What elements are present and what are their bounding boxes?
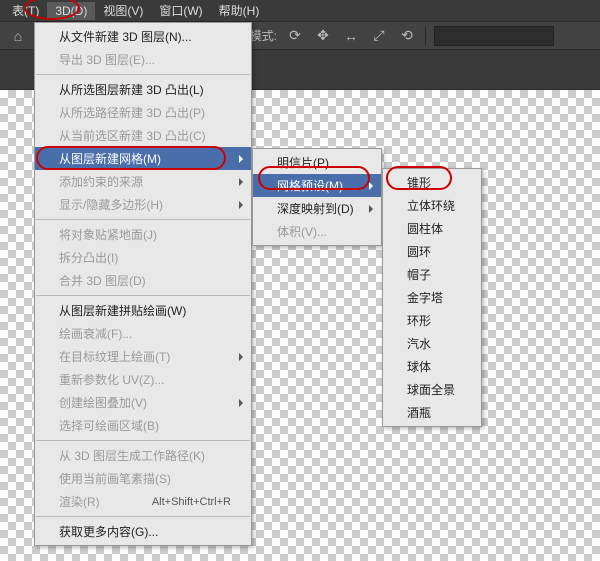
menu-item: 渲染(R) Alt+Shift+Ctrl+R: [35, 490, 251, 513]
move-icon[interactable]: ↔: [341, 26, 361, 46]
menu-item-label: 在目标纹理上绘画(T): [59, 348, 170, 365]
submenu-arrow-icon: [239, 399, 243, 407]
menu-item[interactable]: 环形: [383, 309, 481, 332]
menu-item[interactable]: 汽水: [383, 332, 481, 355]
menu-item: 导出 3D 图层(E)...: [35, 48, 251, 71]
menu-item-label: 将对象贴紧地面(J): [59, 226, 157, 243]
menu-3d[interactable]: 3D(D): [47, 2, 95, 20]
menu-item-label: 从 3D 图层生成工作路径(K): [59, 447, 205, 464]
menu-item-label: 渲染(R): [59, 493, 100, 510]
menu-item-label: 合并 3D 图层(D): [59, 272, 146, 289]
menu-item[interactable]: 酒瓶: [383, 401, 481, 424]
menu-item: 显示/隐藏多边形(H): [35, 193, 251, 216]
menu-item-label: 获取更多内容(G)...: [59, 523, 158, 540]
menu-item: 合并 3D 图层(D): [35, 269, 251, 292]
menu-window[interactable]: 窗口(W): [151, 0, 210, 21]
menu-item: 添加约束的来源: [35, 170, 251, 193]
submenu-arrow-icon: [239, 155, 243, 163]
menu-item-label: 锥形: [407, 174, 431, 191]
menu-item: 在目标纹理上绘画(T): [35, 345, 251, 368]
menu-item[interactable]: 网格预设(M): [253, 174, 381, 197]
menu-item[interactable]: 立体环绕: [383, 194, 481, 217]
menu-item: 将对象贴紧地面(J): [35, 223, 251, 246]
submenu-arrow-icon: [369, 205, 373, 213]
menu-item-label: 网格预设(M): [277, 177, 343, 194]
menu-item[interactable]: 圆柱体: [383, 217, 481, 240]
menu-item: 从所选路径新建 3D 凸出(P): [35, 101, 251, 124]
submenu-arrow-icon: [369, 182, 373, 190]
submenu-new-mesh: 明信片(P) 网格预设(M) 深度映射到(D) 体积(V)...: [252, 148, 382, 246]
menu-item[interactable]: 明信片(P): [253, 151, 381, 174]
menu-item[interactable]: 获取更多内容(G)...: [35, 520, 251, 543]
menu-table[interactable]: 表(T): [4, 0, 47, 21]
menu-item-label: 圆环: [407, 243, 431, 260]
separator: [425, 27, 426, 45]
menu-item-label: 重新参数化 UV(Z)...: [59, 371, 164, 388]
menu-item-label: 从图层新建拼贴绘画(W): [59, 302, 186, 319]
menu-item: 创建绘图叠加(V): [35, 391, 251, 414]
menu-item-label: 从图层新建网格(M): [59, 150, 161, 167]
menu-item[interactable]: 金字塔: [383, 286, 481, 309]
menu-item-label: 汽水: [407, 335, 431, 352]
menu-item-label: 明信片(P): [277, 154, 329, 171]
menu-item[interactable]: 球面全景: [383, 378, 481, 401]
menu-item: 体积(V)...: [253, 220, 381, 243]
menu-item[interactable]: 帽子: [383, 263, 481, 286]
menu-item-label: 帽子: [407, 266, 431, 283]
menu-item-label: 金字塔: [407, 289, 443, 306]
menu-item[interactable]: 锥形: [383, 171, 481, 194]
menu-item: 绘画衰减(F)...: [35, 322, 251, 345]
menu-item-label: 显示/隐藏多边形(H): [59, 196, 163, 213]
hotkey-label: Alt+Shift+Ctrl+R: [152, 496, 231, 508]
menu-item-label: 圆柱体: [407, 220, 443, 237]
pan-icon[interactable]: ✥: [313, 26, 333, 46]
menu-3d-dropdown: 从文件新建 3D 图层(N)... 导出 3D 图层(E)... 从所选图层新建 3…: [34, 22, 252, 546]
menu-item[interactable]: 球体: [383, 355, 481, 378]
orbit-icon[interactable]: ⟳: [285, 26, 305, 46]
menu-item: 使用当前画笔素描(S): [35, 467, 251, 490]
zoom-icon[interactable]: ⤢: [369, 26, 389, 46]
menu-item-label: 体积(V)...: [277, 223, 327, 240]
menu-item-label: 环形: [407, 312, 431, 329]
menu-item[interactable]: 从图层新建拼贴绘画(W): [35, 299, 251, 322]
menu-view[interactable]: 视图(V): [95, 0, 151, 21]
submenu-arrow-icon: [239, 201, 243, 209]
menu-item[interactable]: 从文件新建 3D 图层(N)...: [35, 25, 251, 48]
submenu-arrow-icon: [239, 353, 243, 361]
menu-item-label: 球面全景: [407, 381, 455, 398]
menu-item-label: 从文件新建 3D 图层(N)...: [59, 28, 192, 45]
home-icon[interactable]: ⌂: [8, 26, 28, 46]
menubar: 表(T) 3D(D) 视图(V) 窗口(W) 帮助(H): [0, 0, 600, 22]
menu-item-label: 绘画衰减(F)...: [59, 325, 132, 342]
mode-dropdown[interactable]: [434, 26, 554, 46]
menu-item-label: 使用当前画笔素描(S): [59, 470, 171, 487]
menu-item-label: 深度映射到(D): [277, 200, 354, 217]
menu-item-label: 球体: [407, 358, 431, 375]
menu-item-label: 从所选图层新建 3D 凸出(L): [59, 81, 204, 98]
menu-item[interactable]: 深度映射到(D): [253, 197, 381, 220]
menu-item[interactable]: 圆环: [383, 240, 481, 263]
menu-help[interactable]: 帮助(H): [211, 0, 268, 21]
submenu-arrow-icon: [239, 178, 243, 186]
menu-item: 选择可绘画区域(B): [35, 414, 251, 437]
menu-item-label: 创建绘图叠加(V): [59, 394, 147, 411]
menu-item-label: 酒瓶: [407, 404, 431, 421]
menu-item-label: 从所选路径新建 3D 凸出(P): [59, 104, 205, 121]
menu-item-label: 选择可绘画区域(B): [59, 417, 159, 434]
menu-item-label: 导出 3D 图层(E)...: [59, 51, 155, 68]
menu-item[interactable]: 从图层新建网格(M): [35, 147, 251, 170]
menu-item: 从当前选区新建 3D 凸出(C): [35, 124, 251, 147]
menu-item-label: 添加约束的来源: [59, 173, 143, 190]
submenu-mesh-preset: 锥形立体环绕圆柱体圆环帽子金字塔环形汽水球体球面全景酒瓶: [382, 168, 482, 427]
menu-item[interactable]: 从所选图层新建 3D 凸出(L): [35, 78, 251, 101]
rotate-icon[interactable]: ⟲: [397, 26, 417, 46]
menu-item-label: 从当前选区新建 3D 凸出(C): [59, 127, 206, 144]
menu-item: 从 3D 图层生成工作路径(K): [35, 444, 251, 467]
menu-item-label: 拆分凸出(I): [59, 249, 118, 266]
menu-item: 重新参数化 UV(Z)...: [35, 368, 251, 391]
menu-item-label: 立体环绕: [407, 197, 455, 214]
menu-item: 拆分凸出(I): [35, 246, 251, 269]
